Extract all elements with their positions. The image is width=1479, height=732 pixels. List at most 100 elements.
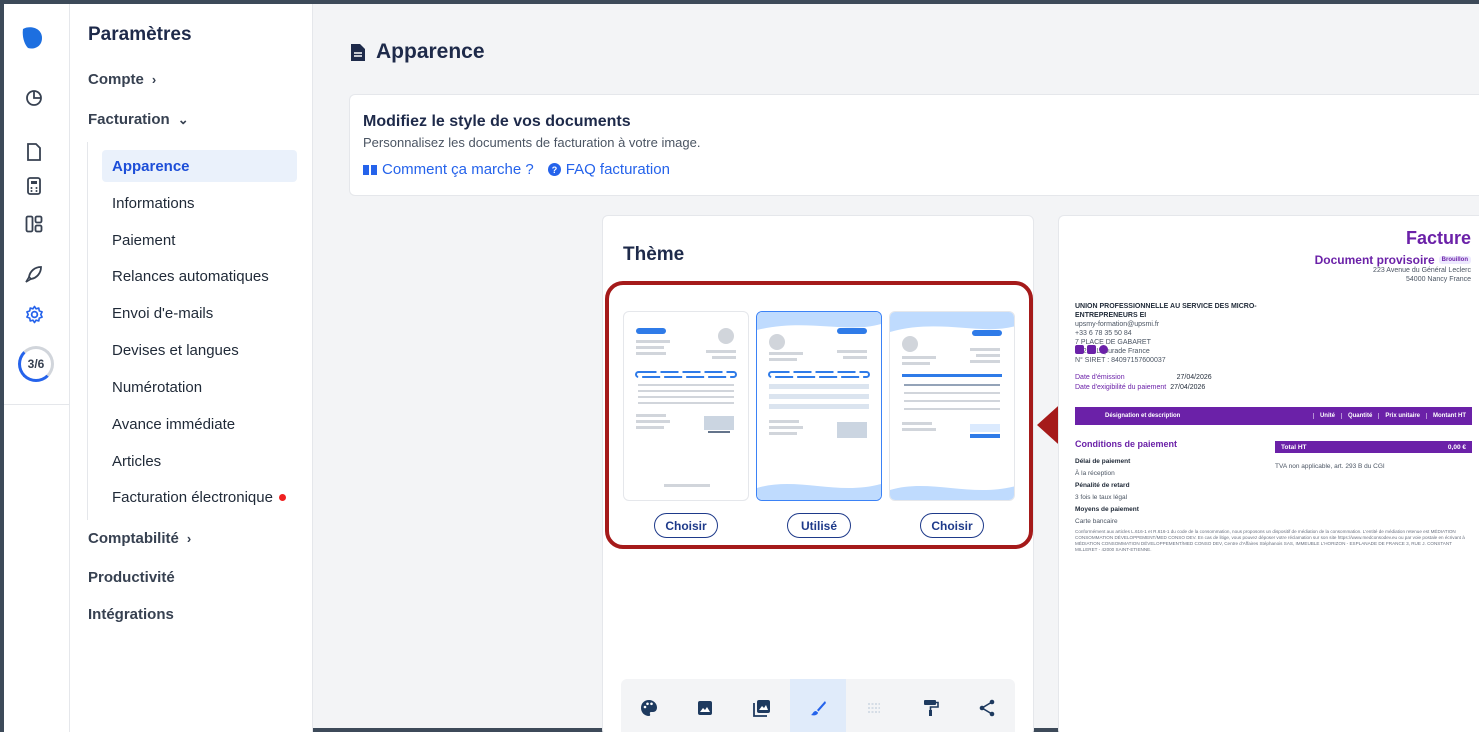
group-label: Compte bbox=[88, 71, 144, 88]
sidebar-item-numerotation[interactable]: Numérotation bbox=[102, 371, 297, 403]
total-row: Total HT 0,00 € bbox=[1275, 441, 1472, 453]
term-value: Carte bancaire bbox=[1075, 518, 1118, 525]
annotation-highlight-box bbox=[605, 281, 1033, 549]
sidebar-group-facturation[interactable]: Facturation ⌄ bbox=[88, 111, 189, 128]
sidebar-group-compte[interactable]: Compte › bbox=[88, 71, 156, 88]
chevron-down-icon: ⌄ bbox=[177, 111, 189, 127]
file-icon bbox=[351, 43, 365, 61]
how-it-works-link[interactable]: Comment ça marche ? bbox=[363, 161, 534, 178]
grid-icon[interactable] bbox=[846, 679, 902, 732]
sidebar-group-productivite[interactable]: Productivité bbox=[88, 569, 175, 586]
chevron-right-icon: › bbox=[186, 531, 192, 546]
palette-icon[interactable] bbox=[621, 679, 677, 732]
dashboard-icon[interactable] bbox=[24, 214, 44, 234]
column-header: Unité bbox=[1312, 413, 1341, 419]
question-icon: ? bbox=[547, 163, 561, 176]
intro-card: Modifiez le style de vos documents Perso… bbox=[349, 94, 1479, 196]
company-siret: N° SIRET : 84097157600037 bbox=[1075, 357, 1166, 364]
tva-note: TVA non applicable, art. 293 B du CGI bbox=[1275, 463, 1385, 470]
term-label: Pénalité de retard bbox=[1075, 482, 1130, 489]
page-title: Apparence bbox=[350, 40, 485, 64]
invoice-subtitle: Document provisoire Brouillon bbox=[1315, 253, 1471, 267]
client-address: 223 Avenue du Général Leclerc 54000 Nanc… bbox=[1373, 266, 1471, 284]
group-label: Intégrations bbox=[88, 606, 174, 623]
sidebar-item-devises[interactable]: Devises et langues bbox=[102, 334, 297, 366]
company-name: UNION PROFESSIONNELLE AU SERVICE DES MIC… bbox=[1075, 303, 1257, 310]
company-block: UNION PROFESSIONNELLE AU SERVICE DES MIC… bbox=[1075, 302, 1275, 365]
sidebar-item-avance[interactable]: Avance immédiate bbox=[102, 408, 297, 440]
sidebar-group-comptabilite[interactable]: Comptabilité › bbox=[88, 530, 191, 547]
invoice-preview: Facture Document provisoire Brouillon 223… bbox=[1058, 215, 1479, 732]
image-icon[interactable] bbox=[677, 679, 733, 732]
invoice-table-header: Désignation et description Unité Quantit… bbox=[1075, 407, 1472, 425]
logo-icon[interactable] bbox=[21, 26, 43, 50]
sidebar-item-paiement[interactable]: Paiement bbox=[102, 224, 297, 256]
social-icons bbox=[1075, 345, 1108, 354]
invoice-subtitle-text: Document provisoire bbox=[1314, 253, 1435, 267]
column-header: Prix unitaire bbox=[1378, 413, 1426, 419]
link-label: FAQ facturation bbox=[565, 161, 670, 178]
share-icon[interactable] bbox=[959, 679, 1015, 732]
rocket-icon[interactable] bbox=[24, 264, 44, 284]
term-value: 3 fois le taux légal bbox=[1075, 494, 1128, 501]
icon-rail: 3/6 bbox=[4, 4, 70, 732]
sidebar-item-envoi-emails[interactable]: Envoi d'e-mails bbox=[102, 297, 297, 329]
date-value: 27/04/2026 bbox=[1176, 374, 1212, 381]
sidebar-item-informations[interactable]: Informations bbox=[102, 187, 297, 219]
book-icon bbox=[363, 165, 377, 175]
facebook-icon bbox=[1075, 345, 1084, 354]
sidebar-item-apparence[interactable]: Apparence bbox=[102, 150, 297, 182]
term-label: Moyens de paiement bbox=[1075, 506, 1139, 513]
company-phone: +33 6 78 35 50 84 bbox=[1075, 330, 1132, 337]
total-value: 0,00 € bbox=[1447, 443, 1466, 451]
submenu-line bbox=[87, 142, 88, 520]
page-title-text: Apparence bbox=[376, 40, 485, 63]
chevron-right-icon: › bbox=[151, 72, 157, 87]
company-name: ENTREPRENEURS EI bbox=[1075, 312, 1147, 319]
onboarding-progress[interactable]: 3/6 bbox=[18, 346, 54, 382]
linkedin-icon bbox=[1087, 345, 1096, 354]
paint-roller-icon[interactable] bbox=[902, 679, 958, 732]
notification-dot bbox=[278, 493, 286, 501]
draft-badge: Brouillon bbox=[1438, 256, 1471, 264]
group-label: Facturation bbox=[88, 111, 170, 128]
invoice-title: Facture bbox=[1405, 228, 1471, 248]
column-header: Quantité bbox=[1340, 413, 1378, 419]
app-frame: 3/6 Paramètres Compte › Facturation ⌄ Appa… bbox=[0, 0, 1479, 732]
column-header: Montant HT bbox=[1426, 413, 1472, 419]
client-address-line: 223 Avenue du Général Leclerc bbox=[1373, 267, 1471, 274]
svg-text:?: ? bbox=[551, 165, 557, 175]
date-label: Date d'exigibilité du paiement bbox=[1075, 384, 1167, 391]
term-label: Délai de paiement bbox=[1075, 458, 1131, 465]
globe-icon bbox=[1099, 345, 1108, 354]
faq-link[interactable]: ? FAQ facturation bbox=[547, 161, 670, 178]
gear-icon[interactable] bbox=[24, 304, 44, 324]
theme-title: Thème bbox=[623, 244, 685, 265]
images-icon[interactable] bbox=[734, 679, 790, 732]
term-value: À la réception bbox=[1075, 470, 1115, 477]
invoice-dates: Date d'émission 27/04/2026 Date d'exigibi… bbox=[1075, 373, 1212, 393]
sidebar-group-integrations[interactable]: Intégrations bbox=[88, 606, 174, 623]
group-label: Comptabilité bbox=[88, 530, 179, 547]
brush-icon[interactable] bbox=[789, 679, 847, 732]
clock-icon[interactable] bbox=[24, 88, 44, 108]
sidebar-item-relances[interactable]: Relances automatiques bbox=[102, 260, 297, 292]
group-label: Productivité bbox=[88, 569, 175, 586]
sidebar-title: Paramètres bbox=[88, 24, 192, 45]
column-header: Désignation et description bbox=[1105, 413, 1181, 419]
calculator-icon[interactable] bbox=[24, 176, 44, 196]
company-email: upsmy-formation@upsmi.fr bbox=[1075, 321, 1160, 328]
legal-mention: Conformément aux articles L.616-1 et R.6… bbox=[1075, 529, 1465, 552]
payment-conditions-title: Conditions de paiement bbox=[1075, 439, 1178, 449]
sidebar-item-facturation-electronique[interactable]: Facturation électronique bbox=[102, 481, 297, 513]
intro-subtitle: Personnalisez les documents de facturati… bbox=[363, 135, 701, 150]
sidebar-item-articles[interactable]: Articles bbox=[102, 445, 297, 477]
total-label: Total HT bbox=[1281, 443, 1307, 451]
client-address-line: 54000 Nancy France bbox=[1406, 276, 1471, 283]
intro-heading: Modifiez le style de vos documents bbox=[363, 113, 631, 130]
document-icon[interactable] bbox=[24, 142, 44, 162]
payment-terms: Délai de paiement À la réception Pénalit… bbox=[1075, 456, 1139, 528]
style-toolbar bbox=[621, 679, 1015, 732]
settings-sidebar: Paramètres Compte › Facturation ⌄ Apparenc… bbox=[70, 4, 313, 732]
item-label: Facturation électronique bbox=[112, 488, 273, 506]
